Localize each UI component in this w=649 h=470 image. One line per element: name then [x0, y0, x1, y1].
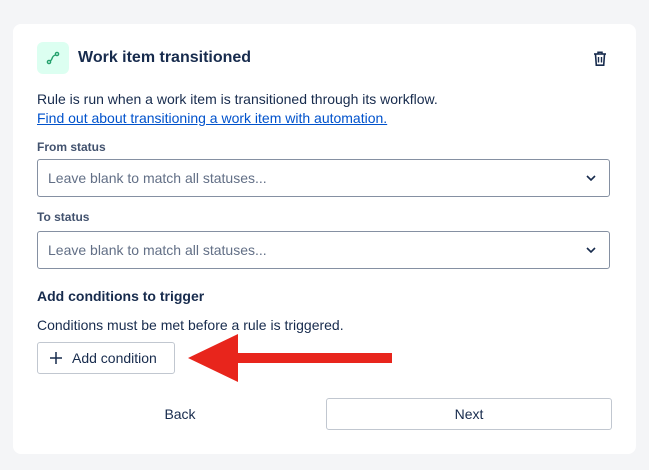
to-status-select[interactable]: Leave blank to match all statuses... — [37, 231, 610, 269]
card-header: Work item transitioned — [37, 42, 612, 74]
card-title: Work item transitioned — [78, 49, 252, 66]
to-status-placeholder: Leave blank to match all statuses... — [48, 242, 267, 258]
trigger-description: Rule is run when a work item is transiti… — [37, 90, 438, 128]
description-text: Rule is run when a work item is transiti… — [37, 91, 438, 107]
to-status-label: To status — [37, 210, 90, 224]
add-condition-label: Add condition — [72, 350, 157, 366]
from-status-label: From status — [37, 140, 106, 154]
plus-icon — [48, 350, 64, 366]
from-status-select[interactable]: Leave blank to match all statuses... — [37, 159, 610, 197]
chevron-down-icon — [583, 170, 599, 186]
back-button[interactable]: Back — [37, 398, 323, 430]
from-status-placeholder: Leave blank to match all statuses... — [48, 170, 267, 186]
annotation-arrow-icon — [188, 334, 392, 382]
help-link[interactable]: Find out about transitioning a work item… — [37, 109, 438, 128]
conditions-heading: Add conditions to trigger — [37, 288, 205, 304]
chevron-down-icon — [583, 242, 599, 258]
next-button[interactable]: Next — [326, 398, 612, 430]
trash-icon[interactable] — [588, 46, 612, 70]
workflow-transition-icon — [37, 42, 69, 74]
trigger-card: Work item transitioned Rule is run when … — [13, 24, 636, 454]
add-condition-button[interactable]: Add condition — [37, 342, 175, 374]
conditions-description: Conditions must be met before a rule is … — [37, 317, 344, 333]
